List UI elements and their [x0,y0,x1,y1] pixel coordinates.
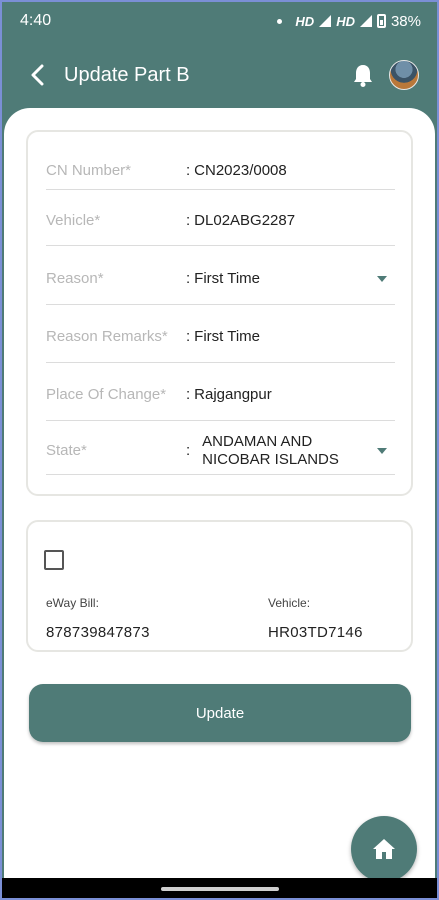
field-separator: : [186,386,191,403]
page-title: Update Part B [64,63,190,86]
eway-bill-value: 878739847873 [46,624,150,641]
field-label: Reason Remarks* [46,328,168,345]
field-vehicle[interactable]: Vehicle* : DL02ABG2287 [46,196,395,246]
field-state-dropdown[interactable]: State* : ANDAMAN AND NICOBAR ISLANDS [46,427,395,475]
field-reason-remarks[interactable]: Reason Remarks* : First Time [46,311,395,363]
field-label: Place Of Change* [46,386,167,403]
signal-icon-2 [359,15,372,27]
home-icon [373,839,395,859]
eway-bill-label: eWay Bill: [46,596,99,610]
eway-vehicle-value: HR03TD7146 [268,624,363,641]
field-cn-number[interactable]: CN Number* : CN2023/0008 [46,152,395,190]
field-separator: : [186,212,191,229]
field-label: State* [46,442,87,459]
status-time: 4:40 [20,12,52,29]
field-separator: : [186,270,191,287]
state-line-1: ANDAMAN AND [202,432,313,450]
system-nav-bar [0,878,439,900]
field-value: CN2023/0008 [194,162,287,179]
battery-icon [376,14,386,28]
status-bar: 4:40 HD HD 38% [0,0,439,42]
field-label: CN Number* [46,162,132,179]
form-card: CN Number* : CN2023/0008 Vehicle* : DL02… [26,130,413,496]
dropdown-arrow-icon[interactable] [377,275,387,282]
notification-button[interactable] [349,61,377,89]
field-place-of-change[interactable]: Place Of Change* : Rajgangpur [46,369,395,421]
network-label: HD [295,13,315,29]
home-gesture-handle[interactable] [160,887,279,891]
eway-bill-card: eWay Bill: Vehicle: 878739847873 HR03TD7… [26,520,413,652]
field-value: ANDAMAN AND NICOBAR ISLANDS [194,433,377,469]
state-line-2: NICOBAR ISLANDS [202,450,339,468]
app-bar: Update Part B [0,42,439,108]
dropdown-arrow-icon[interactable] [377,447,387,454]
field-label: Reason* [46,270,104,287]
field-value: First Time [194,328,261,345]
back-button[interactable] [20,57,56,93]
field-reason-dropdown[interactable]: Reason* : First Time [46,253,395,305]
field-separator: : [186,442,191,459]
signal-icon [319,15,332,27]
home-fab-button[interactable] [351,816,417,882]
notification-dot-icon [277,18,283,24]
avatar[interactable] [389,60,419,90]
field-label: Vehicle* [46,212,101,229]
network-label-2: HD [336,13,355,29]
arrow-back-icon [31,64,44,86]
field-separator: : [186,328,191,345]
battery-percent: 38% [390,12,421,30]
update-button[interactable]: Update [29,684,411,742]
field-value: First Time [194,270,261,287]
main-sheet: CN Number* : CN2023/0008 Vehicle* : DL02… [4,108,435,883]
bell-icon [354,65,372,87]
status-icons: HD HD 38% [277,13,421,30]
eway-vehicle-label: Vehicle: [268,596,311,610]
eway-bill-checkbox[interactable] [44,550,64,570]
field-separator: : [186,162,191,179]
field-value: DL02ABG2287 [194,212,296,229]
field-value: Rajgangpur [194,386,272,403]
